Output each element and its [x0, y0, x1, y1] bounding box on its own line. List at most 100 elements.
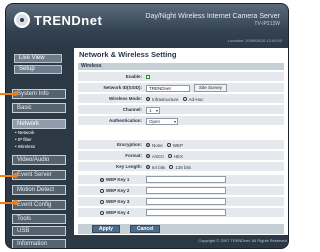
ssid-input[interactable]: TRENDnet: [146, 84, 190, 92]
sidebar-item-basic[interactable]: Basic: [12, 103, 66, 113]
submenu-wireless[interactable]: • Wireless: [15, 144, 35, 149]
wep-key-3-input[interactable]: [146, 198, 226, 205]
auth-value: Open ▾: [146, 117, 178, 125]
wep-key-2-input[interactable]: [146, 187, 226, 194]
row-encryption: Encryption: None WEP: [78, 140, 284, 150]
encryption-wep-radio[interactable]: [166, 143, 171, 147]
sidebar-item-motion-detect[interactable]: Motion Detect: [12, 185, 66, 195]
wep-key-4-input[interactable]: [146, 209, 226, 216]
callout-arrow-apply: [0, 200, 18, 205]
sidebar-item-label: Event Config: [17, 202, 52, 208]
ssid-value-group: TRENDnet Site Survey: [146, 84, 228, 92]
sidebar-item-label: Video/Audio: [17, 157, 50, 163]
sidebar-item-label: Tools: [17, 216, 32, 222]
main-content: Network & Wireless Setting Wireless Enab…: [74, 48, 288, 235]
camera-admin-window: TRENDnet Day/Night Wireless Internet Cam…: [5, 3, 289, 249]
row-wireless-mode: Wireless Mode: Infrastructure Ad-Hoc: [78, 94, 284, 104]
format-ascii-radio[interactable]: [146, 154, 150, 158]
format-label: Format:: [125, 153, 142, 158]
wep-key-3-label: WEP Key 3: [106, 199, 130, 204]
keylen-128-radio[interactable]: [169, 165, 174, 169]
format-hex-label: HEX: [173, 153, 184, 159]
copyright-footer: Copyright © 2007 TRENDnet. All Rights Re…: [198, 238, 288, 243]
sidebar-item-video-audio[interactable]: Video/Audio: [12, 155, 66, 165]
auth-select[interactable]: Open ▾: [146, 117, 178, 125]
location-label: Location: [227, 38, 244, 43]
row-enable: Enable:: [78, 72, 284, 82]
wep-key-4-label: WEP Key 4: [106, 210, 130, 215]
submenu-ip-filter[interactable]: • IP filter: [15, 137, 32, 142]
location-value: 2009/08/10 12:00:00: [245, 38, 282, 43]
cancel-button[interactable]: Cancel: [130, 225, 161, 233]
mode-adhoc-radio[interactable]: [182, 97, 187, 101]
setup-button[interactable]: Setup: [14, 65, 62, 74]
product-title: Day/Night Wireless Internet Camera Serve…: [145, 13, 280, 20]
enable-value: [146, 73, 152, 81]
section-header-wireless: Wireless: [78, 63, 284, 70]
keylen-label: Key Length:: [115, 164, 142, 169]
wep-key-3-radio[interactable]: [100, 200, 104, 204]
keylen-options: 64 bits 128 bits: [146, 163, 191, 171]
wep-key-2-label-group: WEP Key 2: [100, 186, 129, 196]
ssid-label: Network ID(SSID):: [103, 85, 142, 90]
wep-key-2-radio[interactable]: [100, 189, 104, 193]
format-ascii-label: ASCII: [152, 153, 164, 159]
sidebar-item-system-info[interactable]: System Info: [12, 89, 66, 99]
apply-button[interactable]: Apply: [92, 225, 120, 233]
auth-select-value: Open: [149, 118, 161, 124]
sidebar-item-label: Basic: [17, 105, 32, 111]
channel-select-value: 1: [149, 107, 152, 113]
mode-infrastructure-radio[interactable]: [146, 97, 150, 101]
enable-checkbox[interactable]: [146, 75, 150, 79]
setup-label: Setup: [19, 66, 35, 72]
format-options: ASCII HEX: [146, 152, 183, 160]
sidebar-item-information[interactable]: Information: [12, 239, 66, 248]
auth-label: Authentication:: [109, 118, 142, 123]
format-hex-radio[interactable]: [167, 154, 172, 158]
wep-key-4-label-group: WEP Key 4: [100, 208, 129, 218]
encryption-options: None WEP: [146, 141, 183, 149]
keylen-64-label: 64 bits: [152, 164, 166, 170]
wep-key-4-radio[interactable]: [100, 211, 104, 215]
encryption-label: Encryption:: [116, 142, 142, 147]
sidebar: Live View Setup System Info Basic Networ…: [6, 48, 74, 248]
live-view-label: Live View: [19, 55, 45, 61]
product-info: Day/Night Wireless Internet Camera Serve…: [145, 13, 280, 27]
location-bar: Location: 2009/08/10 12:00:00: [227, 38, 282, 43]
keylen-64-radio[interactable]: [146, 165, 150, 169]
wep-key-3-label-group: WEP Key 3: [100, 197, 129, 207]
row-wep-key-2: WEP Key 2: [78, 186, 284, 196]
sidebar-item-event-config[interactable]: Event Config: [12, 200, 66, 210]
wep-key-1-radio[interactable]: [100, 178, 104, 182]
callout-arrow-key-length: [0, 173, 18, 178]
wep-key-1-label: WEP Key 1: [106, 177, 130, 182]
row-ssid: Network ID(SSID): TRENDnet Site Survey: [78, 83, 284, 93]
channel-value: 1 ▾: [146, 106, 160, 114]
mode-adhoc-label: Ad-Hoc: [188, 96, 204, 102]
callout-arrow-network: [0, 91, 18, 96]
row-wep-key-4: WEP Key 4: [78, 208, 284, 218]
live-view-button[interactable]: Live View: [14, 54, 62, 63]
brand-logo: TRENDnet: [14, 12, 102, 28]
sidebar-item-usb[interactable]: USB: [12, 226, 66, 236]
sidebar-item-network[interactable]: Network: [12, 119, 66, 129]
sidebar-item-event-server[interactable]: Event Server: [12, 170, 66, 180]
sidebar-item-label: Event Server: [17, 172, 52, 178]
submenu-network[interactable]: • Network: [15, 130, 34, 135]
wep-key-1-input[interactable]: [146, 176, 226, 183]
encryption-wep-label: WEP: [172, 142, 184, 148]
enable-label: Enable:: [125, 74, 142, 79]
site-survey-button[interactable]: Site Survey: [194, 84, 228, 92]
mode-label: Wireless Mode:: [109, 96, 142, 101]
row-authentication: Authentication: Open ▾: [78, 116, 284, 126]
sidebar-item-tools[interactable]: Tools: [12, 214, 66, 224]
brand-name: TRENDnet: [34, 12, 103, 28]
row-wep-key-3: WEP Key 3: [78, 197, 284, 207]
action-bar: Apply Cancel: [78, 224, 284, 234]
channel-select[interactable]: 1 ▾: [146, 106, 160, 114]
channel-label: Channel:: [122, 107, 142, 112]
encryption-none-radio[interactable]: [146, 143, 150, 147]
row-format: Format: ASCII HEX: [78, 151, 284, 161]
page-title: Network & Wireless Setting: [79, 50, 177, 59]
keylen-128-label: 128 bits: [175, 164, 192, 170]
